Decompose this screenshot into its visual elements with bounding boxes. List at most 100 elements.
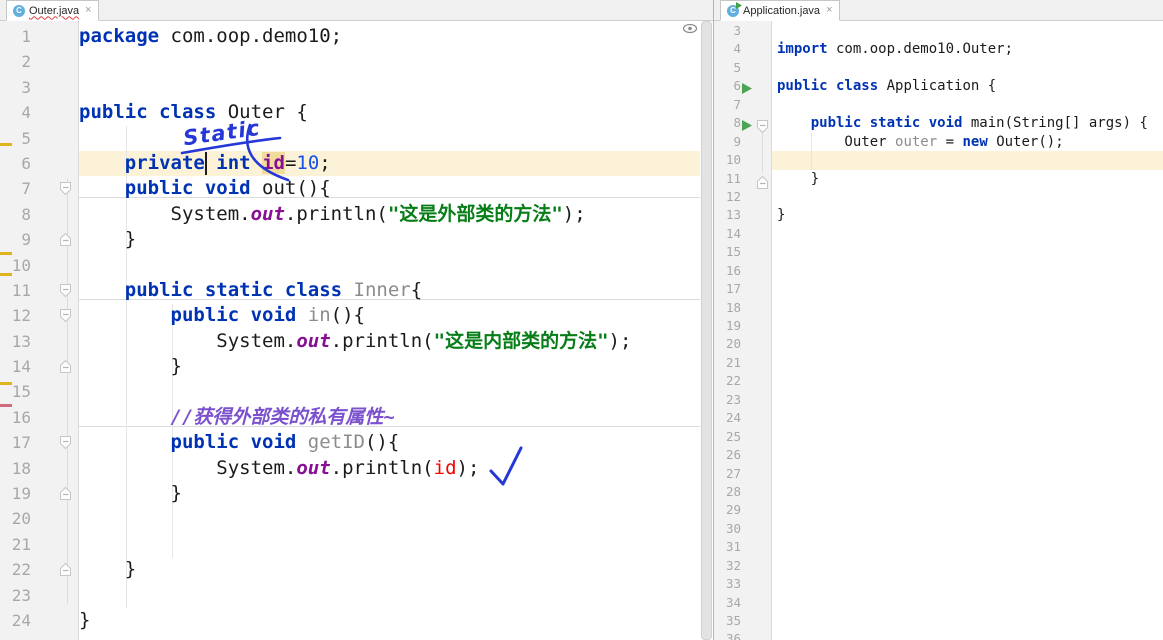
code-line[interactable]: } <box>79 354 700 379</box>
gutter-line-number[interactable]: 14 <box>714 225 771 243</box>
gutter-line-number[interactable]: 23 <box>714 391 771 409</box>
code-line[interactable] <box>777 630 1163 640</box>
gutter-line-number[interactable]: 30 <box>714 520 771 538</box>
code-line[interactable]: } <box>79 608 700 633</box>
code-line[interactable]: System.out.println("这是外部类的方法"); <box>79 202 700 227</box>
fold-end-icon[interactable] <box>756 175 770 196</box>
gutter-line-number[interactable]: 20 <box>714 335 771 353</box>
gutter-line-number[interactable]: 4 <box>0 100 78 125</box>
fold-end-icon[interactable] <box>59 232 73 253</box>
code-line[interactable]: public void out(){ <box>79 176 700 201</box>
gutter-line-number[interactable]: 3 <box>0 75 78 100</box>
fold-collapse-icon[interactable] <box>59 283 73 304</box>
code-line[interactable] <box>777 188 1163 206</box>
gutter-line-number[interactable]: 33 <box>714 575 771 593</box>
code-line[interactable]: } <box>777 170 1163 188</box>
gutter-line-number[interactable]: 4 <box>714 40 771 58</box>
run-arrow-icon[interactable] <box>742 118 752 136</box>
gutter-line-number[interactable]: 26 <box>714 446 771 464</box>
code-line[interactable]: } <box>79 481 700 506</box>
code-line[interactable] <box>79 379 700 404</box>
gutter-line-number[interactable]: 21 <box>714 354 771 372</box>
scrollbar-thumb[interactable] <box>701 21 712 640</box>
fold-end-icon[interactable] <box>59 486 73 507</box>
code-line[interactable] <box>777 557 1163 575</box>
code-line[interactable]: private int id=10; <box>79 151 700 176</box>
gutter-line-number[interactable]: 31 <box>714 538 771 556</box>
gutter-line-number[interactable]: 25 <box>714 428 771 446</box>
code-line[interactable] <box>79 253 700 278</box>
gutter-line-number[interactable]: 5 <box>0 126 78 151</box>
code-line[interactable] <box>777 575 1163 593</box>
code-line[interactable]: //获得外部类的私有属性~ <box>79 405 700 430</box>
code-line[interactable]: public class Application { <box>777 77 1163 95</box>
left-scrollbar[interactable] <box>682 21 713 640</box>
code-line[interactable] <box>777 317 1163 335</box>
code-line[interactable] <box>777 594 1163 612</box>
code-line[interactable] <box>777 59 1163 77</box>
code-line[interactable] <box>777 612 1163 630</box>
code-line[interactable] <box>777 428 1163 446</box>
code-line[interactable] <box>777 280 1163 298</box>
code-line[interactable] <box>79 506 700 531</box>
gutter-line-number[interactable]: 6 <box>0 151 78 176</box>
gutter-line-number[interactable]: 29 <box>714 501 771 519</box>
tab-application-java[interactable]: C Application.java × <box>720 0 840 21</box>
gutter-line-number[interactable]: 24 <box>0 608 78 633</box>
gutter-line-number[interactable]: 28 <box>714 483 771 501</box>
fold-collapse-icon[interactable] <box>59 435 73 456</box>
code-line[interactable] <box>777 243 1163 261</box>
code-line[interactable] <box>777 501 1163 519</box>
code-line[interactable] <box>777 151 1163 169</box>
code-line[interactable] <box>777 446 1163 464</box>
reader-eye-icon[interactable] <box>682 23 698 34</box>
code-line[interactable]: } <box>777 206 1163 224</box>
gutter-line-number[interactable]: 32 <box>714 557 771 575</box>
gutter-line-number[interactable]: 3 <box>714 22 771 40</box>
code-line[interactable]: public void getID(){ <box>79 430 700 455</box>
gutter-line-number[interactable]: 17 <box>714 280 771 298</box>
code-line[interactable]: public class Outer { <box>79 100 700 125</box>
gutter-line-number[interactable]: 13 <box>714 206 771 224</box>
gutter-line-number[interactable]: 36 <box>714 630 771 640</box>
gutter-line-number[interactable]: 1 <box>0 24 78 49</box>
code-line[interactable] <box>777 335 1163 353</box>
code-line[interactable] <box>79 49 700 74</box>
code-line[interactable]: import com.oop.demo10.Outer; <box>777 40 1163 58</box>
code-line[interactable] <box>777 22 1163 40</box>
gutter-line-number[interactable]: 27 <box>714 465 771 483</box>
gutter-line-number[interactable]: 2 <box>0 49 78 74</box>
code-line[interactable]: System.out.println(id); <box>79 456 700 481</box>
code-line[interactable]: System.out.println("这是内部类的方法"); <box>79 329 700 354</box>
fold-collapse-icon[interactable] <box>756 119 770 140</box>
code-line[interactable]: Outer outer = new Outer(); <box>777 133 1163 151</box>
fold-end-icon[interactable] <box>59 359 73 380</box>
gutter-line-number[interactable]: 34 <box>714 594 771 612</box>
close-icon[interactable]: × <box>85 5 91 16</box>
code-line[interactable] <box>777 538 1163 556</box>
code-line[interactable] <box>777 96 1163 114</box>
code-line[interactable]: package com.oop.demo10; <box>79 24 700 49</box>
code-line[interactable]: } <box>79 227 700 252</box>
fold-collapse-icon[interactable] <box>59 308 73 329</box>
gutter-line-number[interactable]: 15 <box>714 243 771 261</box>
tab-outer-java[interactable]: C Outer.java × <box>6 0 99 21</box>
code-line[interactable]: public void in(){ <box>79 303 700 328</box>
code-line[interactable] <box>777 409 1163 427</box>
gutter-line-number[interactable]: 22 <box>714 372 771 390</box>
code-line[interactable] <box>777 465 1163 483</box>
code-line[interactable] <box>79 75 700 100</box>
run-arrow-icon[interactable] <box>742 81 752 99</box>
fold-collapse-icon[interactable] <box>59 181 73 202</box>
code-line[interactable] <box>777 391 1163 409</box>
code-line[interactable]: public static class Inner{ <box>79 278 700 303</box>
code-line[interactable]: public static void main(String[] args) { <box>777 114 1163 132</box>
gutter-line-number[interactable]: 35 <box>714 612 771 630</box>
code-line[interactable] <box>777 262 1163 280</box>
code-line[interactable] <box>777 299 1163 317</box>
close-icon[interactable]: × <box>826 5 832 16</box>
gutter-line-number[interactable]: 18 <box>714 299 771 317</box>
code-line[interactable] <box>777 520 1163 538</box>
code-line[interactable] <box>79 583 700 608</box>
code-line[interactable] <box>777 483 1163 501</box>
